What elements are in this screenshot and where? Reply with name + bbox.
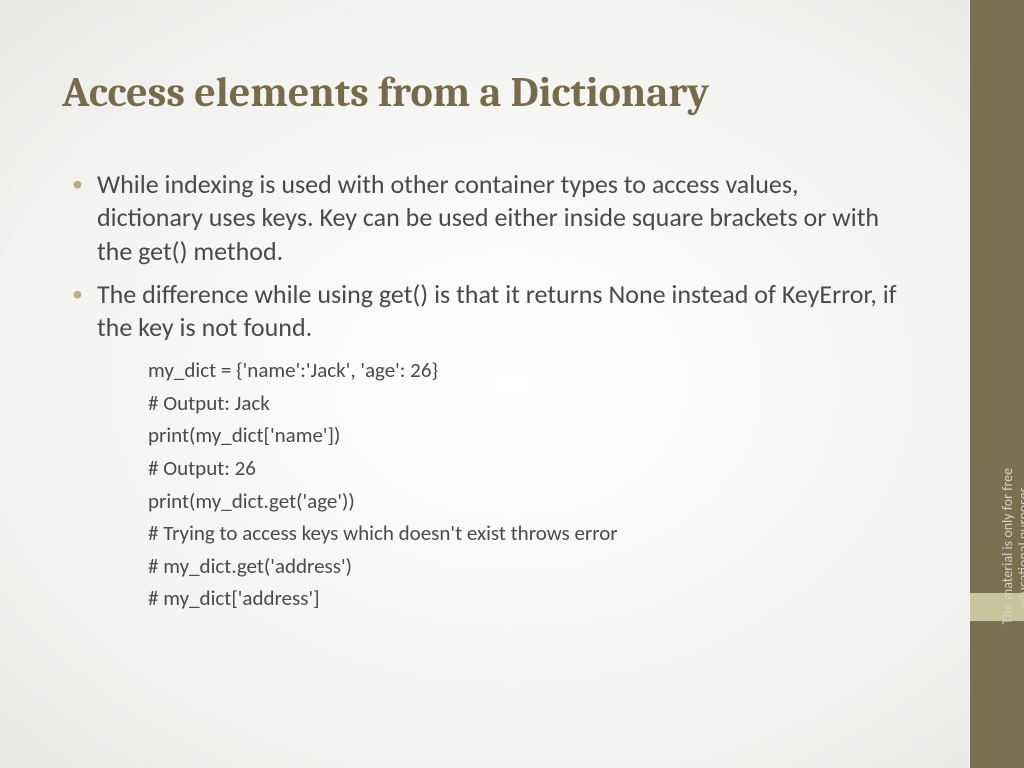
code-line: # Trying to access keys which doesn't ex… — [148, 517, 902, 550]
code-line: # my_dict.get('address') — [148, 550, 902, 583]
bullet-item: • The difference while using get() is th… — [72, 278, 902, 345]
slide-title: Access elements from a Dictionary — [62, 68, 709, 117]
code-line: # Output: Jack — [148, 387, 902, 420]
code-line: # my_dict['address'] — [148, 582, 902, 615]
code-line: # Output: 26 — [148, 452, 902, 485]
code-block: my_dict = {'name':'Jack', 'age': 26} # O… — [148, 354, 902, 614]
bullet-text: The difference while using get() is that… — [97, 278, 902, 345]
code-line: print(my_dict.get('age')) — [148, 485, 902, 518]
bullet-item: • While indexing is used with other cont… — [72, 168, 902, 268]
bullet-text: While indexing is used with other contai… — [97, 168, 902, 268]
bullet-dot-icon: • — [72, 280, 83, 345]
code-line: my_dict = {'name':'Jack', 'age': 26} — [148, 354, 902, 387]
sidebar-note: The material is only for free educationa… — [1000, 436, 1024, 656]
slide: The material is only for free educationa… — [0, 0, 1024, 768]
slide-content: • While indexing is used with other cont… — [72, 168, 902, 615]
bullet-dot-icon: • — [72, 170, 83, 268]
code-line: print(my_dict['name']) — [148, 419, 902, 452]
